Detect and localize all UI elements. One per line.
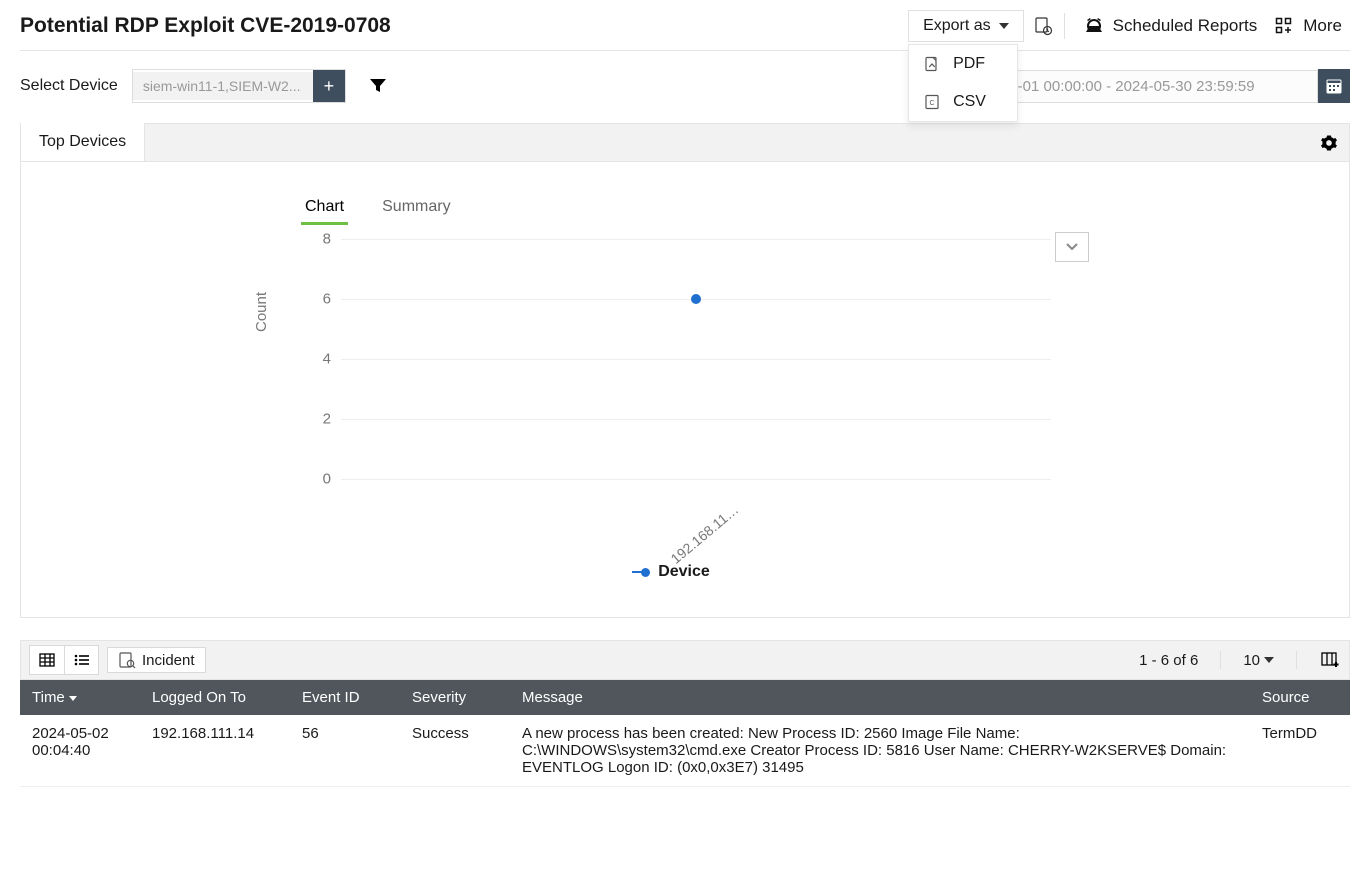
filters-row: Select Device siem-win11-1,SIEM-W2... + … [20, 69, 1350, 103]
panel-tab-top-devices[interactable]: Top Devices [21, 123, 145, 161]
col-source[interactable]: Source [1250, 680, 1350, 715]
cell-logged-on-to: 192.168.111.14 [140, 715, 290, 787]
export-as-label: Export as [923, 17, 991, 35]
legend-series-label: Device [658, 563, 710, 581]
chart-plot: Count 8 6 4 2 0 [291, 231, 1051, 481]
period-input[interactable]: 05-01 00:00:00 - 2024-05-30 23:59:59 [988, 70, 1318, 103]
cell-message: A new process has been created: New Proc… [510, 715, 1250, 787]
top-actions: Export as PDF C CSV [908, 10, 1350, 42]
col-time[interactable]: Time [20, 680, 140, 715]
export-menu: PDF C CSV [908, 44, 1018, 122]
tab-chart[interactable]: Chart [301, 192, 348, 225]
select-device-label: Select Device [20, 77, 118, 95]
export-pdf-item[interactable]: PDF [909, 45, 1017, 83]
panel-settings-button[interactable] [1309, 135, 1349, 151]
column-settings-button[interactable] [1319, 649, 1341, 671]
cell-source: TermDD [1250, 715, 1350, 787]
ytick-8: 8 [306, 230, 331, 247]
filters-right: P 05-01 00:00:00 - 2024-05-30 23:59:59 [970, 69, 1350, 103]
col-severity[interactable]: Severity [400, 680, 510, 715]
chart-tabs: Chart Summary [301, 192, 1329, 225]
csv-icon: C [921, 91, 943, 113]
incident-button[interactable]: Incident [107, 647, 206, 673]
view-toggle [29, 645, 99, 675]
more-icon [1273, 15, 1295, 37]
results-table: Time Logged On To Event ID Severity Mess… [20, 680, 1350, 787]
table-header-row: Time Logged On To Event ID Severity Mess… [20, 680, 1350, 715]
cell-time: 2024-05-02 00:04:40 [20, 715, 140, 787]
legend-swatch-icon [632, 568, 650, 577]
cell-severity: Success [400, 715, 510, 787]
chart-zone: Chart Summary Count 8 6 4 2 0 [21, 162, 1349, 617]
filters-left: Select Device siem-win11-1,SIEM-W2... + [20, 69, 386, 103]
page-size-select[interactable]: 10 [1243, 652, 1274, 669]
grid-view-button[interactable] [30, 646, 64, 674]
calendar-button[interactable] [1318, 69, 1350, 103]
svg-text:C: C [930, 100, 935, 107]
list-view-button[interactable] [64, 646, 98, 674]
topbar: Potential RDP Exploit CVE-2019-0708 Expo… [20, 10, 1350, 51]
export-csv-item[interactable]: C CSV [909, 83, 1017, 121]
cell-event-id: 56 [290, 715, 400, 787]
ytick-6: 6 [306, 290, 331, 307]
schedule-export-icon[interactable] [1032, 15, 1054, 37]
alarm-clock-icon [1083, 15, 1105, 37]
col-logged-on-to[interactable]: Logged On To [140, 680, 290, 715]
chart-ylabel: Count [253, 292, 270, 332]
top-devices-panel: Top Devices Chart Summary Count 8 6 4 [20, 123, 1350, 618]
chart-data-point[interactable] [691, 294, 701, 304]
table-range-label: 1 - 6 of 6 [1139, 652, 1198, 669]
chart: Count 8 6 4 2 0 192.168.11… Device [291, 231, 1051, 581]
export-as-button[interactable]: Export as [908, 10, 1024, 42]
pdf-icon [921, 53, 943, 75]
filter-icon[interactable] [370, 79, 386, 93]
more-button[interactable]: More [1265, 11, 1350, 41]
ytick-4: 4 [306, 350, 331, 367]
col-message[interactable]: Message [510, 680, 1250, 715]
chart-xtick: 192.168.11… [341, 487, 1051, 505]
table-row[interactable]: 2024-05-02 00:04:40 192.168.111.14 56 Su… [20, 715, 1350, 787]
panel-header: Top Devices [21, 124, 1349, 162]
scheduled-reports-button[interactable]: Scheduled Reports [1075, 11, 1266, 41]
page-size-value: 10 [1243, 652, 1260, 669]
export-pdf-label: PDF [953, 55, 985, 73]
caret-down-icon [1264, 657, 1274, 663]
chart-expand-button[interactable] [1055, 232, 1089, 262]
scheduled-reports-label: Scheduled Reports [1113, 16, 1258, 36]
chart-legend: Device [291, 563, 1051, 581]
export-wrap: Export as PDF C CSV [908, 10, 1024, 42]
sort-desc-icon [69, 696, 77, 701]
add-device-button[interactable]: + [313, 70, 345, 102]
caret-down-icon [999, 23, 1009, 29]
chart-xtick-0: 192.168.11… [668, 487, 759, 567]
incident-icon [118, 651, 136, 669]
more-label: More [1303, 16, 1342, 36]
col-event-id[interactable]: Event ID [290, 680, 400, 715]
separator [1220, 651, 1221, 669]
separator [1296, 651, 1297, 669]
device-input[interactable]: siem-win11-1,SIEM-W2... [133, 72, 313, 100]
ytick-0: 0 [306, 470, 331, 487]
separator [1064, 13, 1065, 39]
tab-summary[interactable]: Summary [378, 192, 454, 225]
ytick-2: 2 [306, 410, 331, 427]
table-toolbar: Incident 1 - 6 of 6 10 [20, 640, 1350, 680]
export-csv-label: CSV [953, 93, 986, 111]
incident-label: Incident [142, 652, 195, 669]
page-title: Potential RDP Exploit CVE-2019-0708 [20, 14, 391, 38]
device-select: siem-win11-1,SIEM-W2... + [132, 69, 346, 103]
